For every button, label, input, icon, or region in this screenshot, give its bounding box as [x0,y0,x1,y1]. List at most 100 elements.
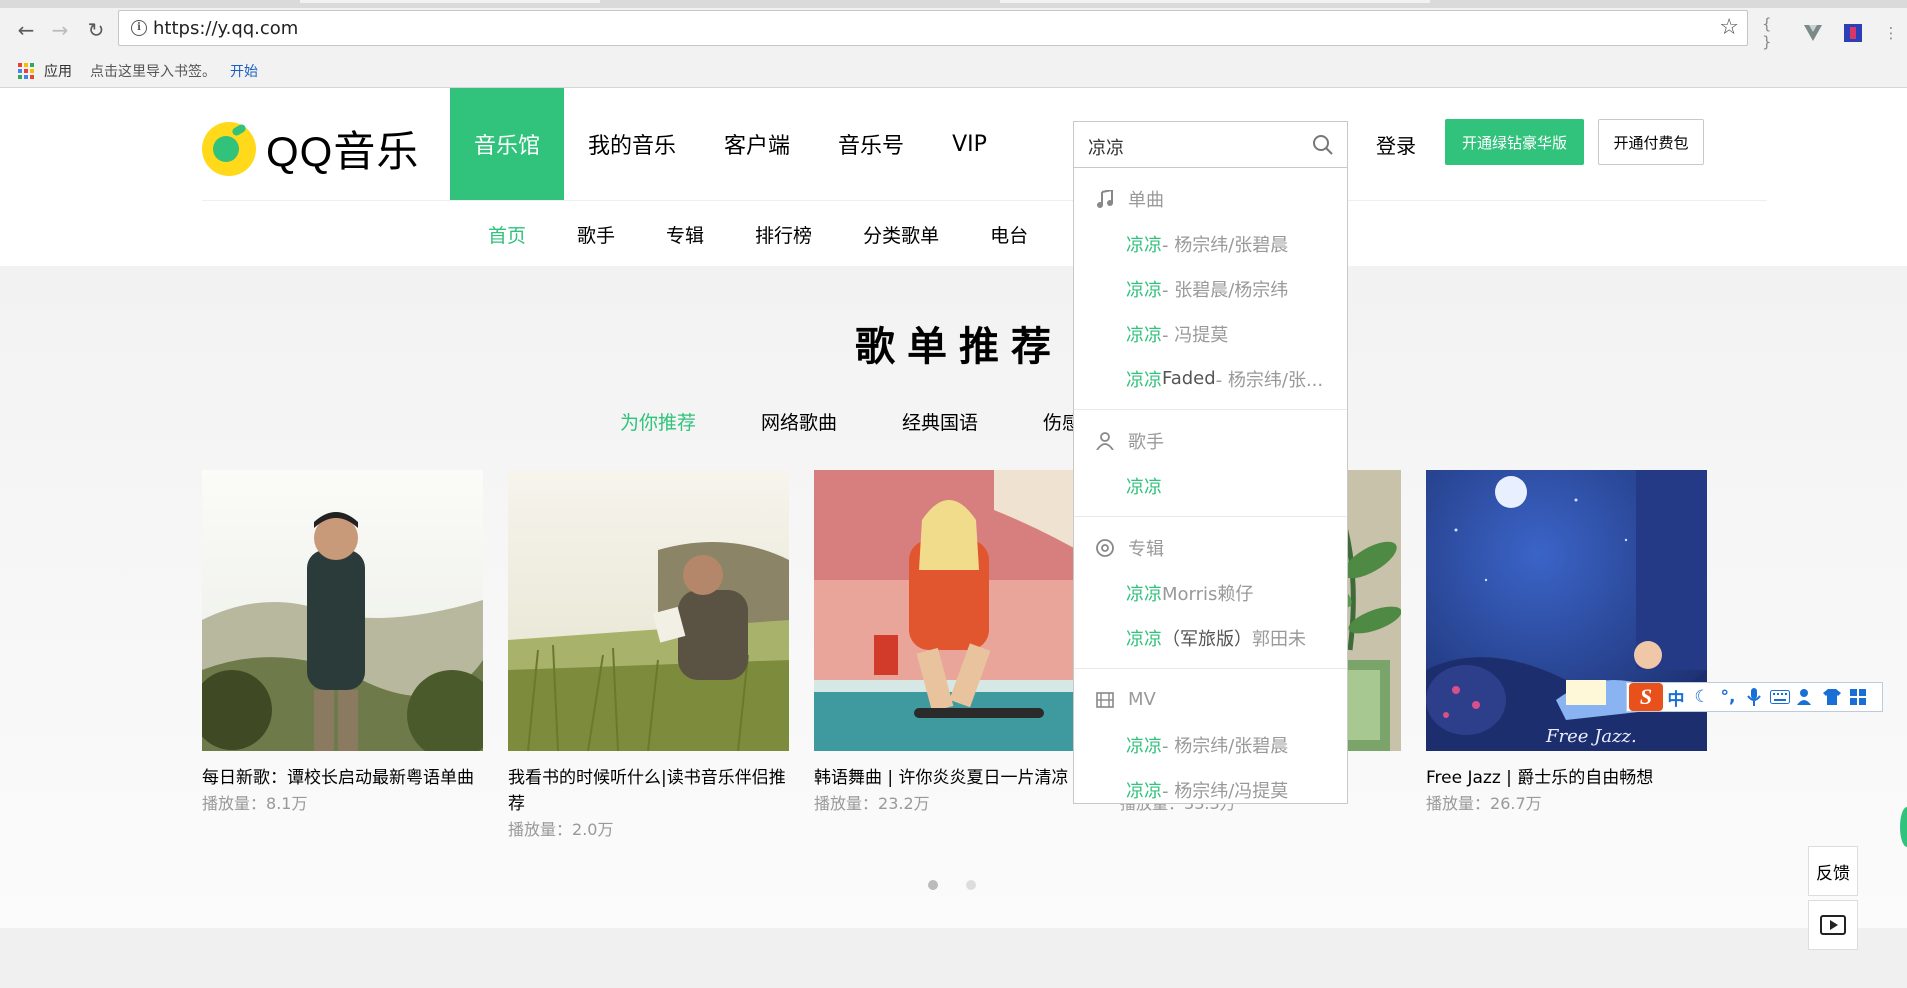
ime-toolbar[interactable]: S 中 ☾ °, [1626,682,1883,712]
suggestion-match-text: 凉凉 [1126,234,1162,256]
toolbox-grid-icon[interactable] [1845,684,1871,710]
suggestion-item[interactable]: 凉凉 （军旅版） 郭田未 [1074,615,1347,660]
main-nav-item[interactable]: 音乐号 [814,88,928,200]
apps-grid-icon[interactable] [18,63,34,79]
suggestion-match-text: 凉凉 [1126,324,1162,346]
browser-tab[interactable] [300,0,600,3]
keyboard-icon[interactable] [1767,684,1793,710]
suggestion-match-text: 凉凉 [1126,628,1162,650]
playlist-card[interactable]: 韩语舞曲 | 许你炎炎夏日一片清凉 播放量：23.2万 [814,470,1095,817]
site-info-icon[interactable]: i [131,20,147,36]
vue-extension-icon[interactable] [1802,22,1824,44]
pay-package-button[interactable]: 开通付费包 [1598,119,1704,165]
playlist-title[interactable]: 韩语舞曲 | 许你炎炎夏日一片清凉 [814,765,1095,791]
main-nav-item[interactable]: 音乐馆 [450,88,565,200]
search-input[interactable]: 凉凉 [1073,121,1348,168]
suggestion-item[interactable]: 凉凉 - 杨宗纬/冯提莫 [1074,767,1347,812]
playlist-title[interactable]: 我看书的时候听什么|读书音乐伴侣推荐 [508,765,789,817]
ime-mode-toggle[interactable]: 中 [1663,684,1689,710]
sub-nav-item[interactable]: 专辑 [666,221,704,248]
import-start-link[interactable]: 开始 [230,61,258,81]
browser-menu-icon[interactable]: ⋮ [1880,22,1902,44]
feedback-button[interactable]: 反馈 [1808,846,1858,896]
video-play-button[interactable] [1808,900,1858,950]
play-count: 播放量：23.2万 [814,791,1095,817]
forward-icon[interactable]: → [46,16,74,44]
suggestion-item[interactable]: 凉凉 Faded - 杨宗纬/张... [1074,356,1347,401]
playlist-card[interactable]: Free Jazz. Free Jazz | 爵士乐的自由畅想 播放量：26.7… [1426,470,1707,817]
suggestion-artist: - 杨宗纬/冯提莫 [1162,780,1289,802]
qq-music-page: QQ音乐 音乐馆 我的音乐 客户端 音乐号 VIP 凉凉 登录 开通绿钻豪华版 开通付费… [0,88,1907,988]
playlist-cover[interactable] [814,470,1095,751]
suggestion-artist: - 张碧晨/杨宗纬 [1162,279,1289,301]
suggestion-title-rest: Faded [1162,368,1216,389]
suggestion-item[interactable]: 凉凉 - 杨宗纬/张碧晨 [1074,221,1347,266]
main-nav: 音乐馆 我的音乐 客户端 音乐号 VIP [450,88,1011,200]
search-icon[interactable] [1311,133,1335,157]
logo-text: QQ音乐 [266,128,420,175]
playlist-card[interactable]: 我看书的时候听什么|读书音乐伴侣推荐 播放量：2.0万 [508,470,789,843]
qq-music-logo-icon [202,121,256,176]
browser-tab[interactable] [1000,0,1430,3]
play-count-value: 8.1万 [266,794,308,813]
sub-nav-item[interactable]: 电台 [990,221,1028,248]
suggestion-item[interactable]: 凉凉 [1074,463,1347,508]
vip-subscribe-button[interactable]: 开通绿钻豪华版 [1445,119,1584,165]
color-extension-icon[interactable] [1842,22,1864,44]
suggestion-item[interactable]: 凉凉 - 冯提莫 [1074,311,1347,356]
bookmarks-bar: 应用 点击这里导入书签。 开始 [0,52,1907,88]
back-icon[interactable]: ← [12,16,40,44]
suggestion-item[interactable]: 凉凉 - 张碧晨/杨宗纬 [1074,266,1347,311]
playlist-cover[interactable] [202,470,483,751]
suggestion-artist: - 冯提莫 [1162,324,1229,346]
sogou-logo-icon[interactable]: S [1629,683,1663,711]
address-url[interactable]: https://y.qq.com [153,18,298,39]
section-title: 歌单推荐 [855,324,1063,370]
skin-shirt-icon[interactable] [1819,684,1845,710]
sub-nav-item[interactable]: 分类歌单 [863,221,939,248]
reload-icon[interactable]: ↻ [82,16,110,44]
pager-dot[interactable] [928,880,938,890]
sub-nav: 首页 歌手 专辑 排行榜 分类歌单 电台 [488,221,1079,248]
json-viewer-extension-icon[interactable]: { } [1762,15,1784,51]
sub-nav-item[interactable]: 首页 [488,221,526,248]
suggestion-item[interactable]: 凉凉 - 杨宗纬/张碧晨 [1074,722,1347,767]
play-count-value: 23.2万 [878,794,930,813]
bookmark-star-icon[interactable]: ☆ [1719,15,1739,40]
suggestion-section-header: 专辑 [1074,525,1347,570]
microphone-icon[interactable] [1741,684,1767,710]
sub-nav-item[interactable]: 排行榜 [755,221,812,248]
playlist-cover[interactable] [508,470,789,751]
playlist-title[interactable]: Free Jazz | 爵士乐的自由畅想 [1426,765,1707,791]
main-nav-item[interactable]: 客户端 [700,88,814,200]
user-icon[interactable] [1793,684,1819,710]
playlist-title[interactable]: 每日新歌：谭校长启动最新粤语单曲 [202,765,483,791]
moon-icon[interactable]: ☾ [1689,684,1715,710]
sub-nav-item[interactable]: 歌手 [577,221,615,248]
suggestion-match-text: 凉凉 [1126,369,1162,391]
category-tab[interactable]: 网络歌曲 [761,408,837,435]
category-tab[interactable]: 经典国语 [902,408,978,435]
play-video-icon [1820,915,1846,935]
play-count: 播放量：26.7万 [1426,791,1707,817]
playlist-card[interactable]: 每日新歌：谭校长启动最新粤语单曲 播放量：8.1万 [202,470,483,817]
main-nav-item[interactable]: VIP [928,88,1011,200]
punctuation-toggle[interactable]: °, [1715,684,1741,710]
site-logo[interactable]: QQ音乐 [202,118,419,179]
main-nav-item[interactable]: 我的音乐 [564,88,700,200]
suggestion-item[interactable]: 凉凉 Morris赖仔 [1074,570,1347,615]
play-count-value: 2.0万 [572,820,614,839]
suggestion-section-title: 单曲 [1128,189,1164,211]
side-widget-edge[interactable] [1900,807,1907,847]
pager-dot[interactable] [966,880,976,890]
play-count: 播放量：8.1万 [202,791,483,817]
category-tab[interactable]: 为你推荐 [620,408,696,435]
suggestion-artist: 郭田未 [1252,628,1306,650]
address-bar[interactable]: i https://y.qq.com ☆ [118,10,1748,46]
play-count-label: 播放量： [814,794,879,813]
apps-bookmark[interactable]: 应用 [44,61,72,81]
search-suggestions: 单曲 凉凉 - 杨宗纬/张碧晨 凉凉 - 张碧晨/杨宗纬 凉凉 - 冯提莫 凉凉 Faded - … [1073,168,1348,804]
search-query[interactable]: 凉凉 [1088,134,1124,160]
login-link[interactable]: 登录 [1376,130,1416,159]
suggestion-section-header: 单曲 [1074,176,1347,221]
